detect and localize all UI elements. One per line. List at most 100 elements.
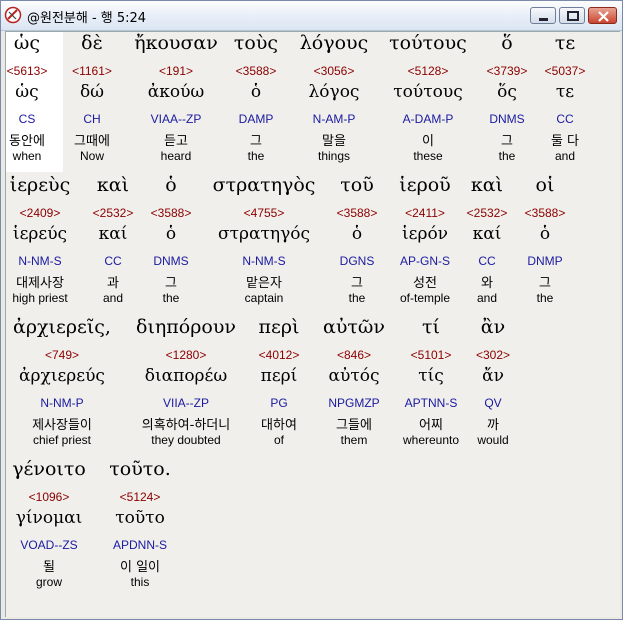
korean-gloss: 될	[43, 560, 55, 575]
english-gloss: when	[12, 149, 42, 163]
korean-gloss: 그	[351, 276, 363, 291]
interlinear-panel[interactable]: ὡς <5613> ὡς CS 동안에 when δὲ <1161> δώ CH…	[5, 31, 620, 617]
close-button[interactable]	[588, 7, 617, 24]
minimize-button[interactable]	[530, 7, 556, 24]
title-bar[interactable]: @원전분해 - 행 5:24	[1, 1, 622, 31]
greek-word: τοῦτο.	[109, 458, 171, 480]
greek-word: τε	[554, 32, 576, 54]
lemma: καί	[472, 224, 502, 244]
app-icon	[4, 6, 22, 24]
strong-number: <3588>	[235, 64, 277, 78]
english-gloss: the	[498, 149, 516, 163]
korean-gloss: 그	[539, 276, 551, 291]
english-gloss: heard	[160, 149, 192, 163]
lemma: τε	[555, 82, 575, 102]
strong-number: <3588>	[150, 206, 192, 220]
greek-word: οἱ	[535, 174, 555, 196]
greek-word: ὁ	[165, 174, 177, 196]
korean-gloss: 그	[250, 134, 262, 149]
lemma: ἱερόν	[401, 224, 449, 244]
parsing-code: CH	[83, 112, 101, 126]
window-title: @원전분해 - 행 5:24	[27, 11, 147, 26]
lemma: ὁ	[165, 224, 177, 244]
korean-gloss: 그	[165, 276, 177, 291]
korean-gloss: 대하여	[261, 418, 297, 433]
parsing-code: A-DAM-P	[402, 112, 454, 126]
strong-number: <2411>	[405, 206, 445, 220]
greek-word: ἀρχιερεῖς,	[13, 316, 111, 338]
english-gloss: them	[340, 433, 368, 447]
strong-number: <3739>	[486, 64, 528, 78]
parsing-code: CS	[18, 112, 36, 126]
korean-gloss: 제사장들이	[32, 418, 92, 433]
parsing-code: CC	[478, 254, 496, 268]
english-gloss: Now	[79, 149, 105, 163]
lemma: περί	[260, 366, 298, 386]
strong-number: <846>	[336, 348, 372, 362]
korean-gloss: 이	[422, 134, 434, 149]
strong-number: <3588>	[524, 206, 566, 220]
parsing-code: AP-GN-S	[399, 254, 451, 268]
lemma: τίς	[418, 366, 444, 386]
english-gloss: these	[413, 149, 443, 163]
parsing-code: VIAA--ZP	[150, 112, 202, 126]
strong-number: <2532>	[92, 206, 134, 220]
greek-word: καὶ	[470, 174, 504, 196]
strong-number: <1280>	[165, 348, 207, 362]
english-gloss: of	[273, 433, 285, 447]
korean-gloss: 그들에	[336, 418, 372, 433]
greek-word: στρατηγὸς	[212, 174, 316, 196]
minimize-icon	[539, 18, 548, 21]
lemma: διαπορέω	[144, 366, 228, 386]
lemma: τοῦτο	[115, 508, 165, 528]
strong-number: <5613>	[6, 64, 48, 78]
korean-gloss: 와	[481, 276, 493, 291]
strong-number: <1161>	[72, 64, 112, 78]
app-window: @원전분해 - 행 5:24 ὡς <5613> ὡς CS 동안에 when …	[0, 0, 623, 620]
greek-word: ἱερεὺς	[9, 174, 71, 196]
strong-number: <2532>	[466, 206, 508, 220]
parsing-code: DGNS	[339, 254, 375, 268]
parsing-code: APTNN-S	[404, 396, 458, 410]
korean-gloss: 말을	[322, 134, 346, 149]
greek-word: ἤκουσαν	[134, 32, 218, 54]
maximize-icon	[567, 11, 579, 21]
strong-number: <5124>	[119, 490, 161, 504]
english-gloss: of-temple	[399, 291, 451, 305]
close-icon	[598, 11, 609, 22]
lemma: γίνομαι	[15, 508, 83, 528]
korean-gloss: 과	[107, 276, 119, 291]
english-gloss: captain	[244, 291, 284, 305]
english-gloss: the	[536, 291, 554, 305]
parsing-code: DAMP	[238, 112, 274, 126]
english-gloss: the	[162, 291, 180, 305]
strong-number: <5037>	[544, 64, 586, 78]
greek-word: λόγους	[299, 32, 369, 54]
parsing-code: PG	[270, 396, 288, 410]
lemma: ἱερεύς	[12, 224, 68, 244]
lemma: λόγος	[308, 82, 360, 102]
parsing-code: VIIA--ZP	[162, 396, 210, 410]
maximize-button[interactable]	[559, 7, 585, 24]
lemma: καί	[98, 224, 128, 244]
korean-gloss: 의혹하여-하더니	[141, 418, 231, 433]
lemma: ὁ	[351, 224, 363, 244]
korean-gloss: 성전	[413, 276, 437, 291]
english-gloss: things	[317, 149, 351, 163]
korean-gloss: 그때에	[74, 134, 110, 149]
strong-number: <4755>	[243, 206, 285, 220]
strong-number: <1096>	[28, 490, 70, 504]
strong-number: <3588>	[336, 206, 378, 220]
korean-gloss: 동안에	[9, 134, 45, 149]
lemma: ἀκούω	[147, 82, 205, 102]
korean-gloss: 까	[487, 418, 499, 433]
english-gloss: would	[477, 433, 509, 447]
greek-word: ἂν	[480, 316, 506, 338]
strong-number: <3056>	[313, 64, 355, 78]
greek-word: καὶ	[96, 174, 130, 196]
english-gloss: chief priest	[32, 433, 92, 447]
lemma: αὐτός	[328, 366, 380, 386]
lemma: τούτους	[393, 82, 463, 102]
strong-number: <2409>	[19, 206, 61, 220]
greek-word: τοὺς	[233, 32, 279, 54]
